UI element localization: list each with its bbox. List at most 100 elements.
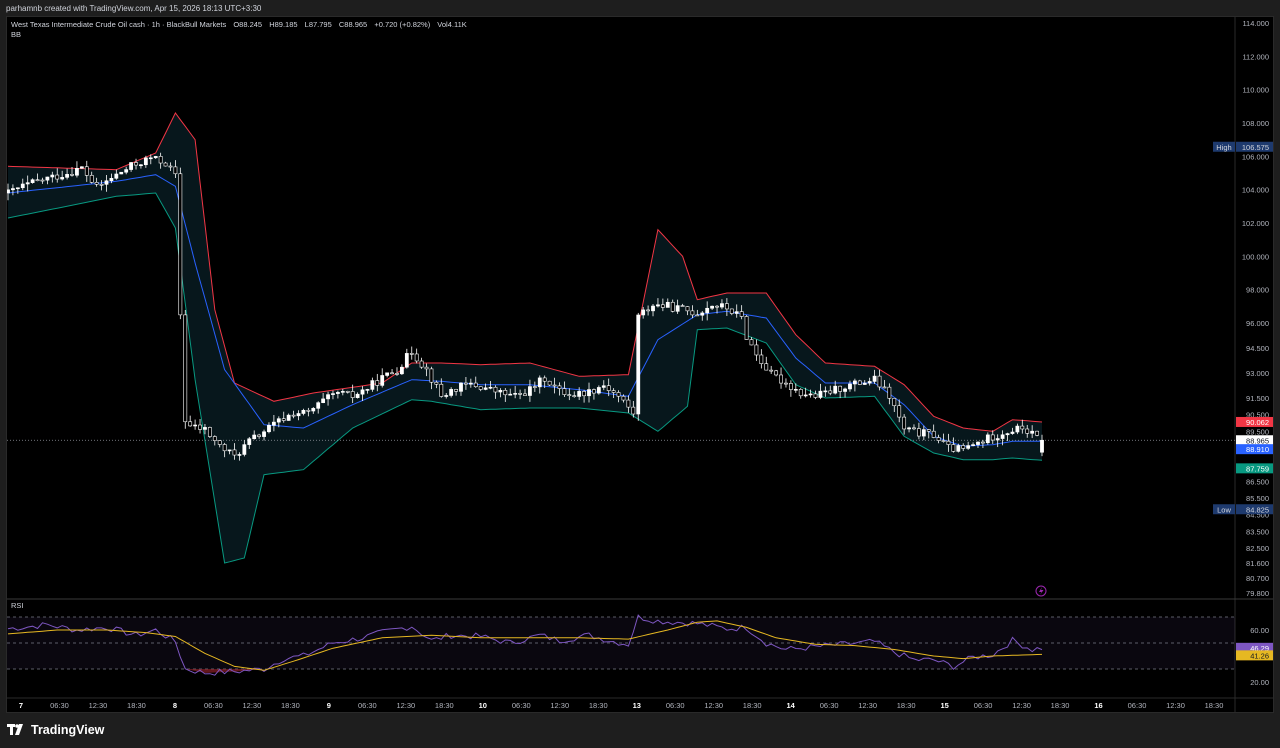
candle-body — [468, 382, 473, 385]
time-tick-label: 8 — [173, 701, 177, 710]
bb-lower-tag: 87.759 — [1236, 463, 1273, 474]
candle-body — [365, 389, 370, 391]
candle-body — [508, 393, 513, 396]
candle-body — [981, 441, 985, 444]
candle-body — [985, 434, 990, 444]
candle-body — [724, 303, 729, 310]
price-tick-label: 85.500 — [1246, 494, 1269, 503]
time-tick-label: 9 — [327, 701, 331, 710]
high-tag: 106.575 High — [1213, 141, 1273, 152]
candle-body — [1005, 433, 1010, 436]
legend-symbol[interactable]: West Texas Intermediate Crude Oil cash ·… — [11, 20, 226, 29]
candle-body — [60, 177, 65, 180]
time-tick-label: 18:30 — [1205, 701, 1224, 710]
candle-body — [434, 381, 439, 385]
time-tick-label: 06:30 — [50, 701, 69, 710]
price-tick-label: 114.000 — [1242, 19, 1269, 28]
candle-body — [513, 393, 518, 395]
time-tick-label: 16 — [1094, 701, 1102, 710]
rsi-ma-tag: 41.26 — [1250, 651, 1269, 660]
candle-body — [611, 390, 616, 393]
legend-indicator-bb[interactable]: BB — [11, 30, 472, 40]
legend-low: L87.795 — [304, 20, 332, 29]
candle-body — [488, 386, 493, 389]
candle-body — [104, 180, 109, 185]
time-tick-label: 13 — [633, 701, 641, 710]
chart-panel[interactable]: 114.000 112.000 110.000 108.000 106.000 104.0… — [6, 16, 1274, 713]
candle-body — [897, 405, 902, 418]
price-tick-label: 102.000 — [1242, 219, 1269, 228]
candle-body — [158, 156, 163, 164]
candle-body — [557, 385, 562, 389]
candle-body — [759, 354, 764, 365]
candle-body — [872, 375, 877, 382]
time-tick-label: 18:30 — [589, 701, 608, 710]
time-tick-label: 18:30 — [281, 701, 300, 710]
candle-body — [1035, 430, 1039, 436]
lightning-icon-bolt — [1039, 587, 1044, 595]
candle-body — [247, 438, 252, 445]
candle-body — [409, 353, 414, 355]
candle-body — [498, 390, 503, 393]
chart-canvas[interactable]: 114.000 112.000 110.000 108.000 106.000 104.0… — [7, 17, 1274, 713]
candle-body — [867, 381, 872, 384]
candle-body — [931, 430, 936, 438]
candle-body — [419, 360, 424, 368]
candle-body — [941, 440, 946, 442]
candle-body — [1000, 434, 1005, 439]
candle-body — [670, 301, 675, 312]
candle-body — [582, 391, 586, 397]
candle-body — [528, 386, 532, 396]
candle-body — [119, 171, 124, 175]
candle-body — [114, 173, 119, 179]
candle-body — [769, 369, 774, 372]
candle-body — [532, 386, 537, 388]
candle-body — [360, 389, 365, 395]
bb-upper-tag: 90.062 — [1236, 416, 1273, 427]
candle-body — [134, 162, 138, 166]
candle-body — [65, 174, 69, 178]
candle-body — [281, 418, 286, 421]
time-tick-label: 12:30 — [1012, 701, 1031, 710]
candle-body — [1020, 425, 1025, 430]
tradingview-logo[interactable]: TradingView — [7, 723, 104, 737]
candle-body — [656, 304, 660, 307]
candle-body — [227, 449, 232, 452]
candle-body — [444, 395, 449, 397]
candle-body — [518, 393, 522, 395]
candle-body — [601, 385, 606, 388]
candle-body — [705, 307, 710, 314]
lightning-icon — [1035, 585, 1047, 597]
time-tick-label: 12:30 — [243, 701, 262, 710]
candle-body — [55, 174, 60, 180]
candle-body — [30, 179, 35, 183]
candle-body — [788, 383, 793, 390]
candle-body — [350, 391, 355, 398]
candle-body — [616, 392, 621, 397]
candle-body — [139, 164, 143, 167]
price-tick-label: 110.000 — [1242, 86, 1269, 95]
candle-body — [454, 389, 458, 392]
caption-text: parhamnb created with TradingView.com, A… — [6, 4, 262, 13]
candle-body — [168, 165, 173, 168]
candle-body — [784, 382, 788, 385]
candle-body — [326, 394, 330, 400]
time-tick-label: 06:30 — [1128, 701, 1147, 710]
price-tick-label: 80.700 — [1246, 574, 1269, 583]
legend-volume: Vol4.11K — [437, 20, 467, 29]
candle-body — [606, 385, 611, 391]
candle-body — [542, 377, 547, 382]
candle-body — [921, 429, 926, 437]
candle-body — [838, 385, 843, 392]
candle-body — [345, 391, 350, 393]
rsi-tick-label: 20.00 — [1250, 678, 1269, 687]
candle-body — [665, 301, 670, 308]
time-tick-label: 06:30 — [358, 701, 377, 710]
candle-body — [739, 311, 744, 317]
candle-body — [89, 175, 94, 183]
candle-body — [1040, 439, 1044, 453]
time-tick-label: 18:30 — [1051, 701, 1070, 710]
candle-body — [7, 189, 10, 194]
candle-body — [25, 182, 30, 185]
time-tick-label: 7 — [19, 701, 23, 710]
